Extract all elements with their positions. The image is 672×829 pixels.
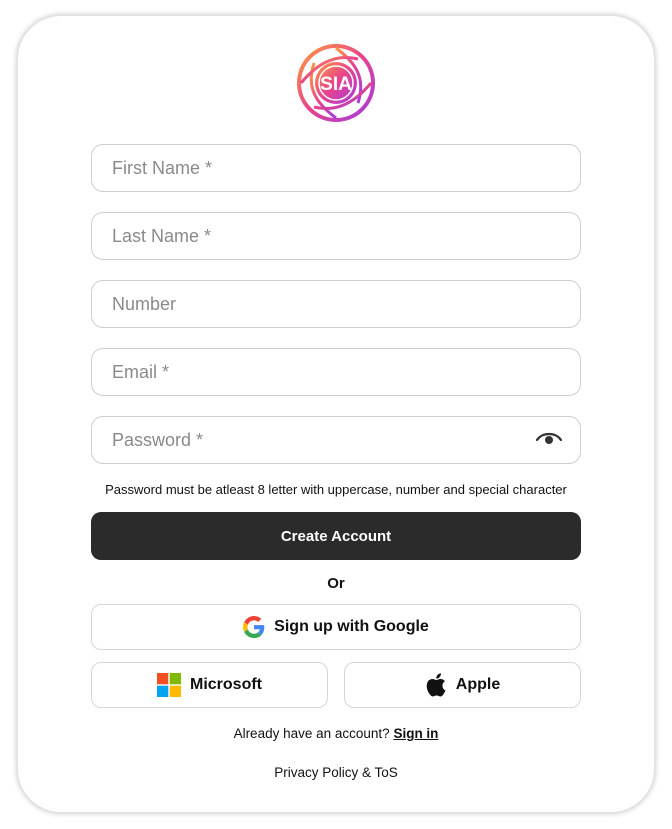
create-account-button[interactable]: Create Account [91, 512, 581, 560]
google-icon [243, 616, 265, 638]
eye-icon[interactable] [536, 430, 562, 450]
sia-logo: SIA [297, 44, 375, 122]
last-name-input[interactable] [92, 213, 580, 259]
number-field[interactable] [91, 280, 581, 328]
microsoft-signup-button[interactable]: Microsoft [91, 662, 328, 708]
password-input[interactable] [92, 417, 580, 463]
already-have-account-text: Already have an account? [233, 726, 390, 741]
first-name-input[interactable] [92, 145, 580, 191]
apple-signup-button[interactable]: Apple [344, 662, 581, 708]
logo-text: SIA [320, 74, 352, 95]
password-hint: Password must be atleast 8 letter with u… [105, 482, 567, 497]
email-input[interactable] [92, 349, 580, 395]
number-input[interactable] [92, 281, 580, 327]
signin-prompt: Already have an account? Sign in [91, 726, 581, 741]
apple-signup-label: Apple [455, 676, 501, 693]
microsoft-signup-label: Microsoft [190, 676, 262, 693]
google-signup-label: Sign up with Google [274, 618, 429, 635]
first-name-field[interactable] [91, 144, 581, 192]
privacy-tos-link[interactable]: Privacy Policy & ToS [91, 765, 581, 780]
microsoft-icon [157, 673, 181, 697]
last-name-field[interactable] [91, 212, 581, 260]
email-field[interactable] [91, 348, 581, 396]
or-divider: Or [327, 575, 345, 592]
apple-icon [426, 673, 446, 697]
google-signup-button[interactable]: Sign up with Google [91, 604, 581, 650]
password-field[interactable] [91, 416, 581, 464]
sign-in-link[interactable]: Sign in [393, 726, 438, 741]
